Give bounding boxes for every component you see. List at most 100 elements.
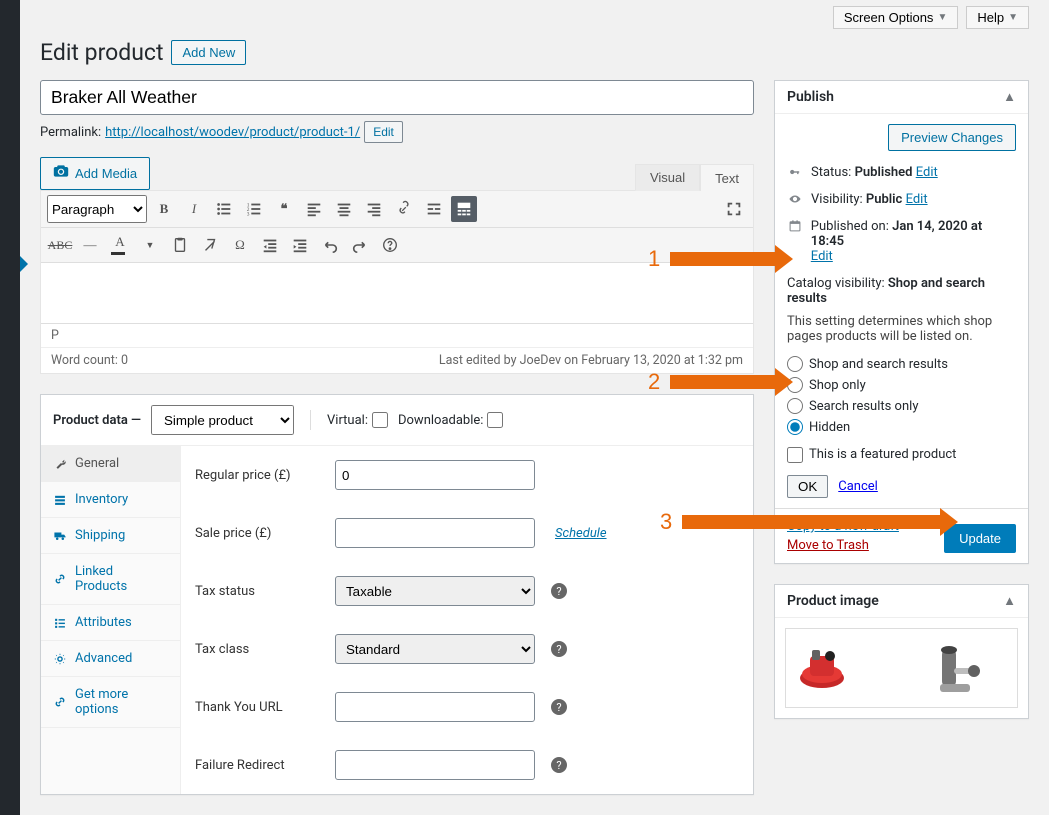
paste-text-icon[interactable] [167, 232, 193, 258]
virtual-checkbox[interactable] [372, 412, 388, 428]
align-left-icon[interactable] [301, 196, 327, 222]
copy-to-draft-link[interactable]: Copy to a new draft [787, 519, 899, 534]
truck-icon [53, 529, 67, 543]
failure-redirect-input[interactable] [335, 750, 535, 780]
inventory-icon [53, 493, 67, 507]
radio-hidden[interactable]: Hidden [787, 419, 1016, 435]
tab-text[interactable]: Text [700, 164, 754, 191]
number-list-icon[interactable]: 123 [241, 196, 267, 222]
toggle-panel-icon[interactable]: ▲ [991, 81, 1028, 113]
format-select[interactable]: Paragraph [47, 195, 147, 223]
catalog-visibility-desc: This setting determines which shop pages… [787, 314, 1016, 344]
tab-inventory[interactable]: Inventory [41, 482, 180, 517]
tab-shipping[interactable]: Shipping [41, 518, 180, 553]
add-new-button[interactable]: Add New [171, 40, 246, 65]
cancel-link[interactable]: Cancel [838, 479, 878, 494]
tab-advanced[interactable]: Advanced [41, 641, 180, 676]
permalink-row: Permalink: http://localhost/woodev/produ… [40, 121, 754, 143]
toolbar-toggle-icon[interactable] [451, 196, 477, 222]
collapse-menu-icon[interactable] [20, 256, 28, 272]
strikethrough-icon[interactable]: ABC [47, 232, 73, 258]
chevron-down-icon: ▼ [937, 12, 947, 23]
product-image-heading: Product image [775, 585, 891, 617]
help-icon[interactable] [377, 232, 403, 258]
wrench-icon [53, 457, 67, 471]
sale-price-input[interactable] [335, 518, 535, 548]
tab-visual[interactable]: Visual [635, 164, 700, 191]
edit-date-link[interactable]: Edit [811, 249, 833, 264]
hr-icon[interactable]: — [77, 232, 103, 258]
help-tip-icon[interactable]: ? [551, 757, 567, 773]
tax-status-label: Tax status [195, 584, 325, 599]
fullscreen-icon[interactable] [721, 196, 747, 222]
tax-class-select[interactable]: Standard [335, 634, 535, 664]
tab-linked-products[interactable]: Linked Products [41, 554, 180, 604]
radio-shop-only[interactable]: Shop only [787, 377, 1016, 393]
special-char-icon[interactable]: Ω [227, 232, 253, 258]
tax-status-select[interactable]: Taxable [335, 576, 535, 606]
word-count: Word count: 0 [51, 353, 128, 368]
product-type-select[interactable]: Simple product [151, 405, 294, 435]
regular-price-input[interactable] [335, 460, 535, 490]
help-tip-icon[interactable]: ? [551, 699, 567, 715]
align-right-icon[interactable] [361, 196, 387, 222]
bullet-list-icon[interactable] [211, 196, 237, 222]
edit-visibility-link[interactable]: Edit [906, 192, 928, 207]
tab-get-more[interactable]: Get more options [41, 677, 180, 727]
publish-heading: Publish [775, 81, 846, 113]
help-tip-icon[interactable]: ? [551, 641, 567, 657]
bold-icon[interactable]: B [151, 196, 177, 222]
last-edited: Last edited by JoeDev on February 13, 20… [439, 353, 743, 368]
ok-button[interactable]: OK [787, 475, 828, 498]
product-title-input[interactable] [40, 80, 754, 115]
radio-search-only[interactable]: Search results only [787, 398, 1016, 414]
move-to-trash-link[interactable]: Move to Trash [787, 538, 899, 553]
blockquote-icon[interactable]: ❝ [271, 196, 297, 222]
featured-checkbox-label[interactable]: This is a featured product [787, 447, 1016, 463]
tab-general[interactable]: General [41, 446, 180, 481]
add-media-button[interactable]: Add Media [40, 157, 150, 190]
eye-icon [787, 192, 803, 206]
clear-format-icon[interactable] [197, 232, 223, 258]
undo-icon[interactable] [317, 232, 343, 258]
product-data-box: Product data — Simple product Virtual: D… [40, 394, 754, 795]
outdent-icon[interactable] [257, 232, 283, 258]
calendar-icon [787, 219, 803, 233]
help-tip-icon[interactable]: ? [551, 583, 567, 599]
italic-icon[interactable]: I [181, 196, 207, 222]
regular-price-label: Regular price (£) [195, 468, 325, 483]
radio-shop-search[interactable]: Shop and search results [787, 356, 1016, 372]
align-center-icon[interactable] [331, 196, 357, 222]
permalink-link[interactable]: http://localhost/woodev/product/product-… [105, 125, 360, 140]
failure-redirect-label: Failure Redirect [195, 758, 325, 773]
preview-changes-button[interactable]: Preview Changes [888, 124, 1016, 151]
update-button[interactable]: Update [944, 524, 1016, 553]
read-more-icon[interactable] [421, 196, 447, 222]
admin-menu-collapsed [0, 0, 20, 815]
sale-price-label: Sale price (£) [195, 526, 325, 541]
screen-options-button[interactable]: Screen Options▼ [833, 6, 959, 29]
redo-icon[interactable] [347, 232, 373, 258]
gear-icon [53, 652, 67, 666]
list-icon [53, 616, 67, 630]
editor-path: P [41, 324, 753, 347]
chevron-down-icon: ▼ [1008, 12, 1018, 23]
toggle-panel-icon[interactable]: ▲ [991, 585, 1028, 617]
indent-icon[interactable] [287, 232, 313, 258]
editor-body[interactable] [41, 263, 753, 323]
camera-icon [53, 163, 69, 184]
product-image-box: Product image ▲ [774, 584, 1029, 719]
edit-status-link[interactable]: Edit [916, 165, 938, 180]
link-icon[interactable] [391, 196, 417, 222]
downloadable-checkbox[interactable] [487, 412, 503, 428]
text-color-dropdown-icon[interactable]: ▼ [137, 232, 163, 258]
tab-attributes[interactable]: Attributes [41, 605, 180, 640]
help-button[interactable]: Help▼ [966, 6, 1029, 29]
text-color-icon[interactable]: A [107, 232, 133, 258]
schedule-link[interactable]: Schedule [555, 526, 607, 541]
product-image-thumbnail[interactable] [785, 628, 1018, 708]
virtual-checkbox-label: Virtual: [327, 412, 388, 428]
key-icon [787, 165, 803, 179]
edit-permalink-button[interactable]: Edit [364, 121, 403, 143]
thank-you-url-input[interactable] [335, 692, 535, 722]
